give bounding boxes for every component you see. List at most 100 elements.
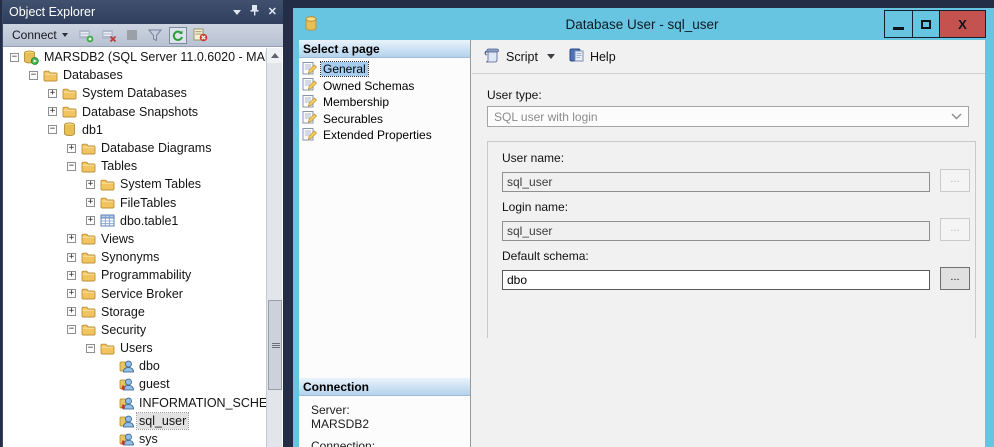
tree-item-tables[interactable]: − Tables [4, 157, 266, 175]
user-name-label: User name: [502, 151, 975, 165]
expand-icon[interactable]: + [67, 289, 76, 298]
page-item-label: Membership [321, 95, 391, 109]
connect-button[interactable]: Connect [8, 26, 72, 44]
pin-icon[interactable] [250, 5, 259, 19]
database-icon [305, 16, 317, 35]
dialog-titlebar[interactable]: Database User - sql_user X [299, 8, 985, 40]
tree-item-sql-user[interactable]: sql_user [4, 412, 266, 430]
tree-item-db1[interactable]: −db1 [4, 121, 266, 139]
collapse-icon[interactable]: − [10, 53, 19, 62]
default-schema-browse-button[interactable]: ... [940, 267, 970, 290]
server-icon [23, 50, 39, 65]
expand-icon[interactable]: + [67, 234, 76, 243]
expand-icon[interactable]: + [86, 198, 95, 207]
close-icon[interactable]: ✕ [268, 7, 277, 18]
expand-icon[interactable]: + [48, 89, 57, 98]
folder-icon [80, 286, 96, 301]
collapse-icon[interactable]: − [67, 162, 76, 171]
tree-item-synonyms[interactable]: + Synonyms [4, 248, 266, 266]
window-position-icon[interactable] [233, 10, 241, 15]
tree-item-label: INFORMATION_SCHEMA [137, 395, 266, 411]
folder-icon [80, 322, 96, 337]
collapse-icon[interactable]: − [29, 71, 38, 80]
window-buttons: X [884, 10, 986, 38]
tree-item-label: Views [99, 231, 136, 247]
collapse-icon[interactable]: − [67, 325, 76, 334]
expand-icon[interactable]: + [67, 144, 76, 153]
script-button[interactable]: Script [484, 48, 555, 66]
tree-scrollbar[interactable] [266, 48, 282, 447]
default-schema-field[interactable] [502, 270, 930, 290]
folder-icon [80, 304, 96, 319]
user-type-label: User type: [487, 88, 985, 102]
folder-icon [99, 341, 115, 356]
tree-item-service-broker[interactable]: +Service Broker [4, 284, 266, 302]
collapse-icon[interactable]: − [48, 125, 57, 134]
tree-item-information-schema[interactable]: INFORMATION_SCHEMA [4, 394, 266, 412]
page-item-membership[interactable]: Membership [299, 94, 470, 111]
user-name-browse-button: ... [940, 169, 970, 192]
stop-icon [123, 27, 141, 44]
tree-item-programmability[interactable]: +Programmability [4, 266, 266, 284]
object-explorer-panel: Object Explorer ✕ Connect [2, 0, 283, 447]
tree-item-guest[interactable]: guest [4, 375, 266, 393]
user-name-field [502, 172, 930, 192]
tree-item-label: Tables [99, 158, 139, 174]
tree-item-system-databases[interactable]: +System Databases [4, 84, 266, 102]
tree-item-databases[interactable]: − Databases [4, 66, 266, 84]
login-name-field [502, 221, 930, 241]
object-explorer-toolbar: Connect [3, 24, 283, 47]
help-button[interactable]: Help [569, 48, 616, 66]
tree-item-label: guest [137, 376, 172, 392]
user-type-select[interactable]: SQL user with login [487, 106, 969, 127]
refresh-icon[interactable] [169, 27, 187, 44]
scrollbar-thumb[interactable] [268, 300, 282, 390]
tree-item-system-tables[interactable]: +System Tables [4, 175, 266, 193]
tree-item-sys[interactable]: sys [4, 430, 266, 447]
tree-item-label: sql_user [137, 413, 188, 429]
login-name-browse-button: ... [940, 218, 970, 241]
close-button[interactable]: X [939, 11, 985, 37]
expand-icon[interactable]: + [48, 107, 57, 116]
tree-item-marsdb2-sql-server-11-0-6020-marsd[interactable]: −MARSDB2 (SQL Server 11.0.6020 - MARSD [4, 48, 266, 66]
maximize-button[interactable] [912, 11, 939, 37]
stop-monitor-icon[interactable] [192, 27, 210, 44]
collapse-icon[interactable]: − [86, 344, 95, 353]
page-item-extended-properties[interactable]: Extended Properties [299, 127, 470, 144]
scroll-up-button[interactable] [267, 48, 282, 63]
expand-icon[interactable]: + [67, 307, 76, 316]
page-item-general[interactable]: General [299, 61, 470, 78]
expand-icon[interactable]: + [67, 271, 76, 280]
page-item-label: Securables [321, 112, 385, 126]
tree-item-label: Synonyms [99, 249, 161, 265]
dialog-title: Database User - sql_user [299, 17, 985, 32]
tree-item-views[interactable]: + Views [4, 230, 266, 248]
page-item-owned-schemas[interactable]: Owned Schemas [299, 78, 470, 95]
expand-icon[interactable]: + [86, 180, 95, 189]
folder-icon [80, 231, 96, 246]
page-item-securables[interactable]: Securables [299, 111, 470, 128]
tree-item-storage[interactable]: + Storage [4, 303, 266, 321]
user-disabled-icon [118, 432, 134, 447]
tree-item-database-snapshots[interactable]: +Database Snapshots [4, 103, 266, 121]
tree-item-users[interactable]: −Users [4, 339, 266, 357]
user-disabled-icon [118, 377, 134, 392]
chevron-down-icon [62, 33, 68, 37]
expand-icon[interactable]: + [67, 253, 76, 262]
connect-server-icon[interactable] [77, 27, 95, 44]
expand-icon[interactable]: + [86, 216, 95, 225]
minimize-button[interactable] [885, 11, 912, 37]
connection-header: Connection [299, 378, 470, 396]
script-icon [484, 48, 501, 66]
tree-item-label: Databases [61, 67, 125, 83]
tree-item-filetables[interactable]: +FileTables [4, 194, 266, 212]
tree-item-database-diagrams[interactable]: +Database Diagrams [4, 139, 266, 157]
script-label: Script [506, 50, 538, 64]
tree-item-label: Storage [99, 304, 147, 320]
help-icon [569, 48, 585, 66]
tree-item-dbo-table1[interactable]: +dbo.table1 [4, 212, 266, 230]
tree-item-security[interactable]: −Security [4, 321, 266, 339]
filter-icon[interactable] [146, 27, 164, 44]
tree-item-dbo[interactable]: dbo [4, 357, 266, 375]
disconnect-server-icon[interactable] [100, 27, 118, 44]
